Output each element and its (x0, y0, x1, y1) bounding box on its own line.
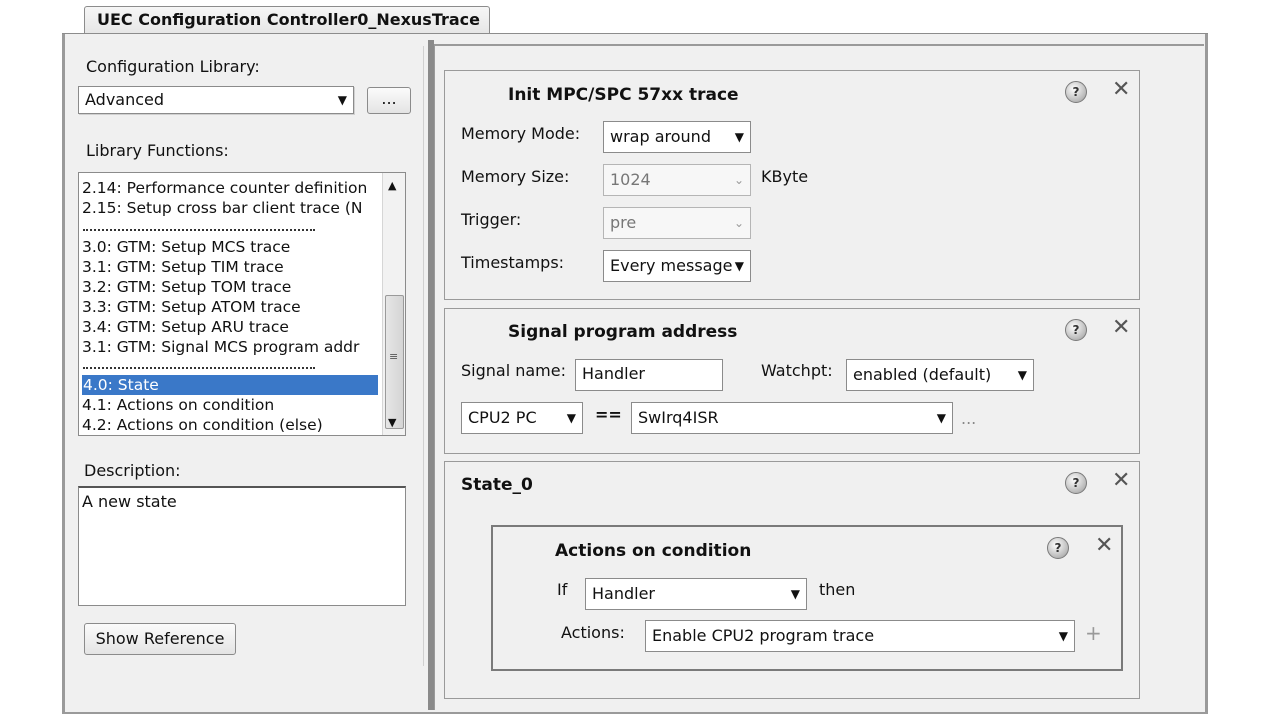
signal-target-value: SwIrq4ISR (638, 408, 719, 427)
memory-size-label: Memory Size: (461, 167, 570, 186)
library-functions-label: Library Functions: (86, 141, 229, 160)
scroll-down-icon[interactable]: ▼ (388, 416, 396, 429)
watchpt-label: Watchpt: (761, 361, 833, 380)
list-item[interactable]: 2.15: Setup cross bar client trace (N (82, 198, 363, 218)
watchpt-value: enabled (default) (853, 365, 992, 384)
actions-label: Actions: (561, 623, 625, 642)
state-card: State_0 ? ✕ Actions on condition ? ✕ If … (444, 461, 1140, 699)
actions-title: Actions on condition (555, 541, 752, 561)
trigger-value: pre (610, 213, 637, 232)
chevron-down-icon: ▼ (734, 130, 744, 144)
actions-select[interactable]: Enable CPU2 program trace ▼ (645, 620, 1075, 652)
list-item-selected[interactable]: 4.0: State (82, 375, 378, 395)
timestamps-select[interactable]: Every message ▼ (603, 250, 751, 282)
config-library-label: Configuration Library: (86, 57, 260, 76)
chevron-down-icon: ▼ (790, 587, 800, 601)
state-title: State_0 (461, 475, 533, 495)
init-trace-title: Init MPC/SPC 57xx trace (508, 85, 739, 105)
description-text: A new state (82, 492, 177, 511)
chevron-down-icon: ⌄ (733, 216, 744, 230)
signal-name-input[interactable]: Handler (575, 359, 723, 391)
list-item[interactable]: 3.4: GTM: Setup ARU trace (82, 317, 289, 337)
signal-source-value: CPU2 PC (468, 408, 537, 427)
description-box: A new state (78, 486, 406, 606)
list-item[interactable]: 3.3: GTM: Setup ATOM trace (82, 297, 301, 317)
if-condition-select[interactable]: Handler ▼ (585, 578, 807, 610)
chevron-down-icon: ▼ (1017, 368, 1027, 382)
add-action-icon[interactable]: + (1085, 621, 1102, 645)
chevron-down-icon: ⌄ (733, 173, 744, 187)
close-icon[interactable]: ✕ (1095, 535, 1113, 557)
list-item[interactable]: 3.2: GTM: Setup TOM trace (82, 277, 291, 297)
chevron-down-icon: ▼ (936, 411, 946, 425)
list-item[interactable]: 3.1: GTM: Setup TIM trace (82, 257, 284, 277)
memory-size-value: 1024 (610, 170, 651, 189)
help-icon[interactable]: ? (1047, 537, 1069, 559)
trigger-select[interactable]: pre ⌄ (603, 207, 751, 239)
memory-mode-select[interactable]: wrap around ▼ (603, 121, 751, 153)
help-icon[interactable]: ? (1065, 81, 1087, 103)
list-separator (83, 367, 315, 369)
help-icon[interactable]: ? (1065, 319, 1087, 341)
watchpt-select[interactable]: enabled (default) ▼ (846, 359, 1034, 391)
library-functions-list[interactable]: 2.14: Performance counter definition 2.1… (78, 172, 406, 436)
config-library-value: Advanced (85, 90, 165, 109)
then-label: then (819, 580, 856, 599)
signal-title: Signal program address (508, 322, 738, 342)
close-icon[interactable]: ✕ (1112, 317, 1130, 339)
close-icon[interactable]: ✕ (1112, 470, 1130, 492)
browse-library-button[interactable]: ... (367, 87, 411, 114)
list-separator (83, 229, 315, 231)
show-reference-button[interactable]: Show Reference (84, 623, 236, 655)
signal-name-label: Signal name: (461, 361, 566, 380)
list-item[interactable]: 4.1: Actions on condition (82, 395, 274, 415)
timestamps-label: Timestamps: (461, 253, 565, 272)
grip-icon: ≡ (389, 350, 399, 363)
list-scrollbar[interactable]: ▲ ≡ ▼ (382, 173, 405, 435)
list-item[interactable]: 2.14: Performance counter definition (82, 178, 367, 198)
list-item[interactable]: 3.1: GTM: Signal MCS program addr (82, 337, 359, 357)
help-icon[interactable]: ? (1065, 472, 1087, 494)
operator-label: == (595, 405, 622, 424)
description-label: Description: (84, 461, 181, 480)
signal-target-select[interactable]: SwIrq4ISR ▼ (631, 402, 953, 434)
if-condition-value: Handler (592, 584, 655, 603)
scroll-up-icon[interactable]: ▲ (388, 179, 396, 192)
config-library-select[interactable]: Advanced ▼ (78, 86, 354, 114)
if-label: If (557, 580, 568, 599)
tab-uec-configuration[interactable]: UEC Configuration Controller0_NexusTrace (84, 6, 490, 34)
chevron-down-icon: ▼ (337, 93, 347, 107)
actions-on-condition-card: Actions on condition ? ✕ If Handler ▼ th… (491, 525, 1123, 671)
trigger-label: Trigger: (461, 210, 522, 229)
init-trace-card: Init MPC/SPC 57xx trace ? ✕ Memory Mode:… (444, 70, 1140, 300)
chevron-down-icon: ▼ (1058, 629, 1068, 643)
memory-size-select[interactable]: 1024 ⌄ (603, 164, 751, 196)
more-options-button[interactable]: ... (961, 409, 976, 428)
chevron-down-icon: ▼ (734, 259, 744, 273)
timestamps-value: Every message (610, 256, 733, 275)
memory-size-unit: KByte (761, 167, 809, 186)
scroll-thumb[interactable]: ≡ (385, 295, 404, 429)
memory-mode-label: Memory Mode: (461, 124, 581, 143)
close-icon[interactable]: ✕ (1112, 79, 1130, 101)
signal-program-address-card: Signal program address ? ✕ Signal name: … (444, 308, 1140, 454)
signal-source-select[interactable]: CPU2 PC ▼ (461, 402, 583, 434)
chevron-down-icon: ▼ (566, 411, 576, 425)
list-item[interactable]: 4.2: Actions on condition (else) (82, 415, 323, 435)
memory-mode-value: wrap around (610, 127, 711, 146)
actions-value: Enable CPU2 program trace (652, 626, 875, 645)
list-item[interactable]: 3.0: GTM: Setup MCS trace (82, 237, 290, 257)
